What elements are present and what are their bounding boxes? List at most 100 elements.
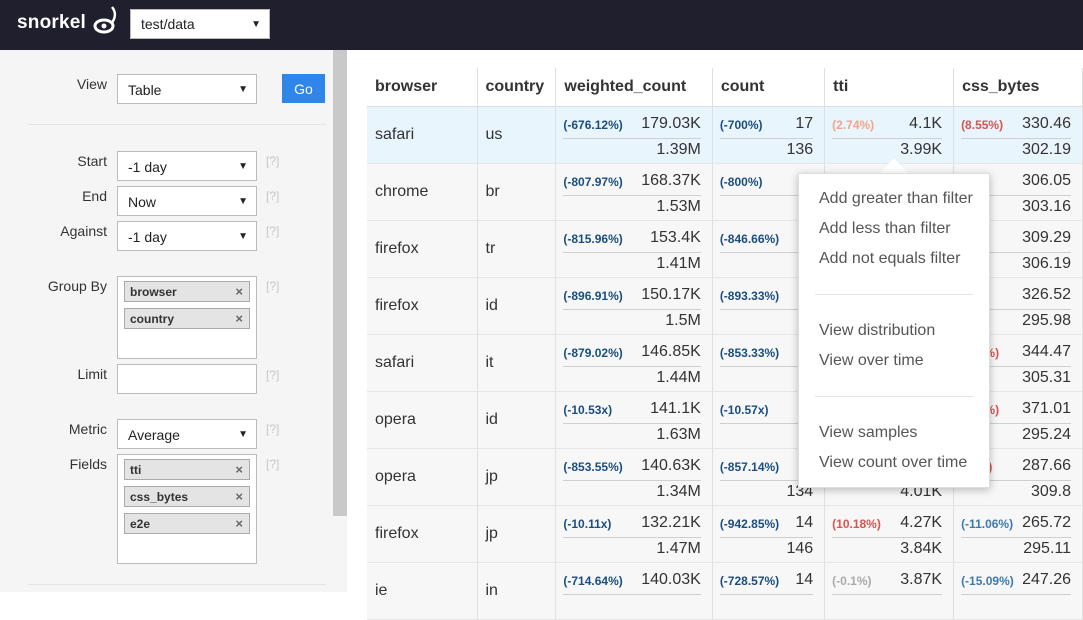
table-row[interactable]: ie in (-714.64%) 140.03K (-728.57%) 14 (-0.1%)… xyxy=(367,562,1083,620)
cell-country[interactable]: it xyxy=(477,334,557,392)
remove-icon[interactable]: × xyxy=(235,284,243,299)
cell-value: 14 xyxy=(795,513,814,531)
cell-value: 132.21K xyxy=(641,513,701,531)
remove-icon[interactable]: × xyxy=(235,462,243,477)
menu-item-greater-than-filter[interactable]: Add greater than filter xyxy=(819,190,973,208)
cell-wc[interactable]: (-10.53x) 141.1K 1.63M xyxy=(555,391,713,449)
cell-wc[interactable]: (-896.91%) 150.17K 1.5M xyxy=(555,277,713,335)
cell-value: 14 xyxy=(795,570,814,588)
cell-delta: (2.74%) xyxy=(832,117,875,132)
cell-divider xyxy=(563,251,701,253)
cell-baseline-value: 302.19 xyxy=(1022,140,1071,158)
cell-delta: (10.18%) xyxy=(832,516,881,531)
cell-divider xyxy=(563,365,701,367)
fields-help-link[interactable]: [?] xyxy=(266,457,279,471)
menu-item-view-over-time[interactable]: View over time xyxy=(819,352,924,370)
cell-delta: (-807.97%) xyxy=(563,174,623,189)
end-select[interactable]: Now ▼ xyxy=(117,186,257,216)
cell-delta: (-846.66%) xyxy=(719,231,780,246)
cell-tti[interactable]: (10.18%) 4.27K 3.84K xyxy=(824,505,955,563)
cell-baseline-value: 303.16 xyxy=(1022,197,1071,215)
cell-tti[interactable]: (-0.1%) 3.87K xyxy=(824,562,955,620)
cell-tti[interactable]: (2.74%) 4.1K 3.99K xyxy=(824,106,955,164)
cell-browser[interactable]: opera xyxy=(367,448,478,506)
limit-input[interactable] xyxy=(117,364,257,394)
cell-browser[interactable]: opera xyxy=(367,391,478,449)
cell-browser[interactable]: ie xyxy=(367,562,478,620)
menu-item-less-than-filter[interactable]: Add less than filter xyxy=(819,220,951,238)
metric-help-link[interactable]: [?] xyxy=(266,422,279,436)
cell-country[interactable]: us xyxy=(477,106,557,164)
sidebar-scrollbar[interactable] xyxy=(333,50,347,516)
cell-browser[interactable]: safari xyxy=(367,106,478,164)
end-help-link[interactable]: [?] xyxy=(266,189,279,203)
cell-divider xyxy=(563,536,701,538)
table-row[interactable]: safari us (-676.12%) 179.03K 1.39M (-700%) 17 1… xyxy=(367,106,1083,164)
start-help-link[interactable]: [?] xyxy=(266,154,279,168)
remove-icon[interactable]: × xyxy=(235,489,243,504)
cell-css[interactable]: (-15.09%) 247.26 xyxy=(953,562,1083,620)
group-by-multiselect[interactable]: browser × country × xyxy=(117,276,257,359)
cell-baseline-value: 1.44M xyxy=(656,368,701,386)
cell-country[interactable]: jp xyxy=(477,505,557,563)
fields-multiselect[interactable]: tti × css_bytes × e2e × xyxy=(117,454,257,564)
against-help-link[interactable]: [?] xyxy=(266,224,279,238)
cell-country[interactable]: br xyxy=(477,163,557,221)
column-header-count[interactable]: count xyxy=(712,68,826,107)
cell-browser[interactable]: chrome xyxy=(367,163,478,221)
column-header-tti[interactable]: tti xyxy=(824,68,955,107)
cell-wc[interactable]: (-815.96%) 153.4K 1.41M xyxy=(555,220,713,278)
cell-value: 146.85K xyxy=(641,342,701,360)
cell-browser[interactable]: firefox xyxy=(367,220,478,278)
cell-browser[interactable]: firefox xyxy=(367,277,478,335)
dataset-select[interactable]: test/data ▼ xyxy=(130,9,270,39)
menu-item-view-samples[interactable]: View samples xyxy=(819,424,917,442)
field-tag: css_bytes × xyxy=(124,486,250,507)
cell-browser[interactable]: firefox xyxy=(367,505,478,563)
remove-icon[interactable]: × xyxy=(235,311,243,326)
cell-browser[interactable]: safari xyxy=(367,334,478,392)
view-select[interactable]: Table ▼ xyxy=(117,74,257,104)
cell-delta: (-853.33%) xyxy=(719,345,780,360)
start-select[interactable]: -1 day ▼ xyxy=(117,151,257,181)
cell-country[interactable]: jp xyxy=(477,448,557,506)
menu-item-view-distribution[interactable]: View distribution xyxy=(819,322,935,340)
column-header-css-bytes[interactable]: css_bytes xyxy=(953,68,1083,107)
cell-wc[interactable]: (-879.02%) 146.85K 1.44M xyxy=(555,334,713,392)
metric-select[interactable]: Average ▼ xyxy=(117,419,257,449)
cell-css[interactable]: (-11.06%) 265.72 295.11 xyxy=(953,505,1083,563)
cell-value: 150.17K xyxy=(641,285,701,303)
column-header-weighted-count[interactable]: weighted_count xyxy=(555,68,713,107)
menu-item-not-equals-filter[interactable]: Add not equals filter xyxy=(819,250,960,268)
cell-delta: (-728.57%) xyxy=(719,573,780,588)
limit-help-link[interactable]: [?] xyxy=(266,368,279,382)
cell-count[interactable]: (-728.57%) 14 xyxy=(712,562,826,620)
cell-wc[interactable]: (-676.12%) 179.03K 1.39M xyxy=(555,106,713,164)
cell-country[interactable]: id xyxy=(477,277,557,335)
cell-value: 168.37K xyxy=(641,171,701,189)
cell-country[interactable]: id xyxy=(477,391,557,449)
go-button[interactable]: Go xyxy=(282,74,325,103)
cell-country[interactable]: tr xyxy=(477,220,557,278)
cell-context-menu: Add greater than filter Add less than fi… xyxy=(798,173,990,488)
group-by-help-link[interactable]: [?] xyxy=(266,279,279,293)
cell-wc[interactable]: (-714.64%) 140.03K xyxy=(555,562,713,620)
menu-item-view-count-over-time[interactable]: View count over time xyxy=(819,454,967,472)
divider xyxy=(28,584,326,585)
cell-count[interactable]: (-700%) 17 136 xyxy=(712,106,826,164)
cell-css[interactable]: (8.55%) 330.46 302.19 xyxy=(953,106,1083,164)
cell-wc[interactable]: (-10.11x) 132.21K 1.47M xyxy=(555,505,713,563)
column-header-country[interactable]: country xyxy=(477,68,557,107)
against-select[interactable]: -1 day ▼ xyxy=(117,221,257,251)
cell-wc[interactable]: (-807.97%) 168.37K 1.53M xyxy=(555,163,713,221)
column-header-browser[interactable]: browser xyxy=(367,68,478,107)
table-row[interactable]: firefox jp (-10.11x) 132.21K 1.47M (-942.85%)… xyxy=(367,505,1083,563)
cell-wc[interactable]: (-853.55%) 140.63K 1.34M xyxy=(555,448,713,506)
cell-delta: (8.55%) xyxy=(961,117,1004,132)
cell-baseline-value: 309.8 xyxy=(1030,482,1071,500)
cell-country[interactable]: in xyxy=(477,562,557,620)
cell-divider xyxy=(563,308,701,310)
cell-baseline-value: 1.34M xyxy=(656,482,701,500)
cell-count[interactable]: (-942.85%) 14 146 xyxy=(712,505,826,563)
remove-icon[interactable]: × xyxy=(235,516,243,531)
